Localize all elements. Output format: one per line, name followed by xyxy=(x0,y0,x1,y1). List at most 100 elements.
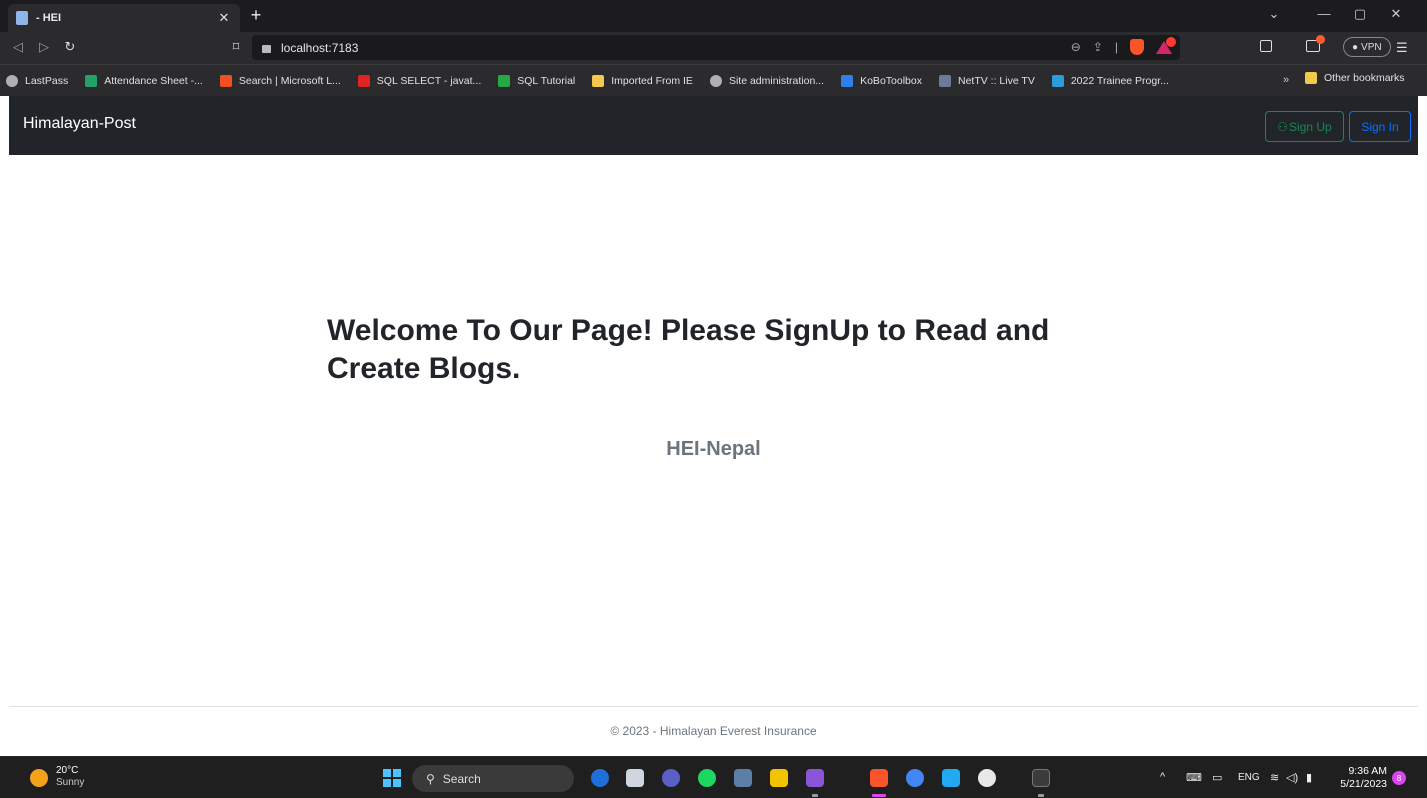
wallet-badge xyxy=(1316,35,1325,44)
bookmark-item[interactable]: Site administration... xyxy=(709,74,824,87)
page-icon xyxy=(16,11,28,25)
zoom-icon[interactable]: ⊖ xyxy=(1071,40,1081,54)
chevron-up-icon[interactable]: ^ xyxy=(1160,771,1165,783)
screen: - HEI ✕ + ⌄ — ▢ ✕ ◁ ▷ ↻ ⌑ localhost:7183… xyxy=(0,0,1427,798)
task-view-icon[interactable] xyxy=(626,769,644,787)
language-indicator[interactable]: ENG xyxy=(1238,772,1260,783)
sidebar-icon[interactable] xyxy=(1260,40,1272,52)
battery-icon[interactable]: ▮ xyxy=(1306,771,1312,784)
vscode-icon[interactable] xyxy=(942,769,960,787)
taskbar-clock[interactable]: 9:36 AM 5/21/2023 xyxy=(1331,765,1387,791)
back-icon[interactable]: ◁ xyxy=(10,39,26,55)
page-title: Welcome To Our Page! Please SignUp to Re… xyxy=(327,314,1050,385)
brave-rewards-icon[interactable] xyxy=(1156,37,1176,54)
browser-tab-bar: - HEI ✕ + ⌄ — ▢ ✕ xyxy=(0,0,1427,32)
bookmark-item[interactable]: SQL Tutorial xyxy=(498,74,575,87)
more-bookmarks-button[interactable]: » xyxy=(1283,74,1289,86)
windows-taskbar: 20°C Sunny ⚲ Search ^ ⌨ ▭ ENG ≋ ◁) ▮ 9:3… xyxy=(0,756,1427,798)
sticky-notes-icon[interactable] xyxy=(770,769,788,787)
brand-link[interactable]: Himalayan-Post xyxy=(23,115,136,133)
wallet-icon[interactable] xyxy=(1306,35,1325,52)
url-text: localhost:7183 xyxy=(281,40,359,55)
bookmark-item[interactable]: KoBoToolbox xyxy=(841,74,922,87)
sheets-icon xyxy=(85,74,98,87)
bookmark-item[interactable]: Imported From IE xyxy=(592,74,693,87)
slack-icon[interactable] xyxy=(978,769,996,787)
separator-icon: | xyxy=(1114,40,1118,54)
globe-icon xyxy=(6,74,18,87)
spotify-icon[interactable] xyxy=(698,769,716,787)
bookmark-item[interactable]: Attendance Sheet -... xyxy=(85,74,203,87)
sign-in-button[interactable]: Sign In xyxy=(1349,111,1411,142)
teams-chat-icon[interactable] xyxy=(662,769,680,787)
bookmark-item[interactable]: LastPass xyxy=(6,74,68,87)
folder-icon xyxy=(1305,72,1317,84)
terminal-icon[interactable] xyxy=(1032,769,1050,787)
rewards-badge xyxy=(1166,37,1176,47)
temperature: 20°C xyxy=(56,765,79,776)
clock-date: 5/21/2023 xyxy=(1340,778,1387,790)
running-indicator xyxy=(1038,794,1044,797)
w3schools-icon xyxy=(498,74,511,87)
other-bookmarks-folder[interactable]: Other bookmarks xyxy=(1305,72,1405,84)
app-navbar: Himalayan-Post ⚇ Sign Up Sign In xyxy=(9,96,1418,155)
reload-icon[interactable]: ↻ xyxy=(62,39,78,55)
globe-icon xyxy=(709,74,722,87)
bookmark-label: Imported From IE xyxy=(611,74,693,87)
volume-icon[interactable]: ◁) xyxy=(1286,771,1298,784)
restore-icon[interactable]: ▢ xyxy=(1350,6,1370,22)
add-user-icon: ⚇ xyxy=(1277,119,1289,134)
sharepoint-icon xyxy=(1051,74,1064,87)
minimize-icon[interactable]: — xyxy=(1314,6,1334,21)
brave-shields-icon[interactable] xyxy=(1130,39,1144,55)
bookmark-label: SQL SELECT - javat... xyxy=(376,74,482,87)
taskbar-search[interactable]: ⚲ Search xyxy=(412,765,574,792)
sign-up-button[interactable]: ⚇ Sign Up xyxy=(1265,111,1344,142)
browser-tab[interactable]: - HEI ✕ xyxy=(8,4,240,32)
other-bookmarks-label: Other bookmarks xyxy=(1324,72,1405,84)
weather-widget[interactable]: 20°C Sunny xyxy=(56,765,84,789)
bookmarks-bar: LastPass Attendance Sheet -... Search | … xyxy=(0,64,1427,96)
running-indicator xyxy=(812,794,818,797)
bookmark-item[interactable]: SQL SELECT - javat... xyxy=(357,74,482,87)
new-tab-icon[interactable]: + xyxy=(246,5,266,26)
lock-icon xyxy=(262,44,271,53)
javatpoint-icon xyxy=(357,74,370,87)
wifi-icon[interactable]: ≋ xyxy=(1270,771,1279,784)
tab-search-icon[interactable]: ⌄ xyxy=(1264,6,1284,22)
keyboard-icon[interactable]: ⌨ xyxy=(1186,771,1202,784)
close-window-icon[interactable]: ✕ xyxy=(1386,6,1406,22)
clock-time: 9:36 AM xyxy=(1348,765,1387,777)
microsoft-icon xyxy=(219,74,232,87)
footer-divider xyxy=(9,706,1418,707)
sun-icon[interactable] xyxy=(30,769,48,787)
postgresql-icon[interactable] xyxy=(734,769,752,787)
tab-title: - HEI xyxy=(36,12,62,24)
brave-browser-icon[interactable] xyxy=(870,769,888,787)
menu-icon[interactable]: ☰ xyxy=(1396,40,1408,56)
chrome-icon[interactable] xyxy=(906,769,924,787)
browser-toolbar: ◁ ▷ ↻ ⌑ localhost:7183 ⊖ ⇪ | ● VPN ☰ xyxy=(0,32,1427,64)
kobotoolbox-icon xyxy=(841,74,854,87)
forward-icon[interactable]: ▷ xyxy=(36,39,52,55)
active-indicator xyxy=(872,794,886,797)
windows-start-icon[interactable] xyxy=(383,769,401,787)
weather-condition: Sunny xyxy=(56,777,85,788)
bookmark-item[interactable]: Search | Microsoft L... xyxy=(219,74,341,87)
sign-up-label: Sign Up xyxy=(1289,119,1332,134)
search-icon: ⚲ xyxy=(426,771,435,786)
bookmark-item[interactable]: 2022 Trainee Progr... xyxy=(1051,74,1169,87)
page-subtitle: HEI-Nepal xyxy=(666,438,761,460)
bookmark-item[interactable]: NetTV :: Live TV xyxy=(938,74,1035,87)
address-bar[interactable]: localhost:7183 ⊖ ⇪ | xyxy=(252,35,1180,60)
close-tab-icon[interactable]: ✕ xyxy=(216,10,232,26)
bookmark-label: Search | Microsoft L... xyxy=(238,74,341,87)
vpn-button[interactable]: ● VPN xyxy=(1343,37,1391,57)
bookmark-icon[interactable]: ⌑ xyxy=(228,39,244,55)
bing-icon[interactable] xyxy=(591,769,609,787)
notification-badge[interactable]: 8 xyxy=(1392,771,1406,785)
search-label: Search xyxy=(442,771,481,786)
visual-studio-icon[interactable] xyxy=(806,769,824,787)
share-icon[interactable]: ⇪ xyxy=(1093,40,1103,54)
display-icon[interactable]: ▭ xyxy=(1212,771,1222,784)
